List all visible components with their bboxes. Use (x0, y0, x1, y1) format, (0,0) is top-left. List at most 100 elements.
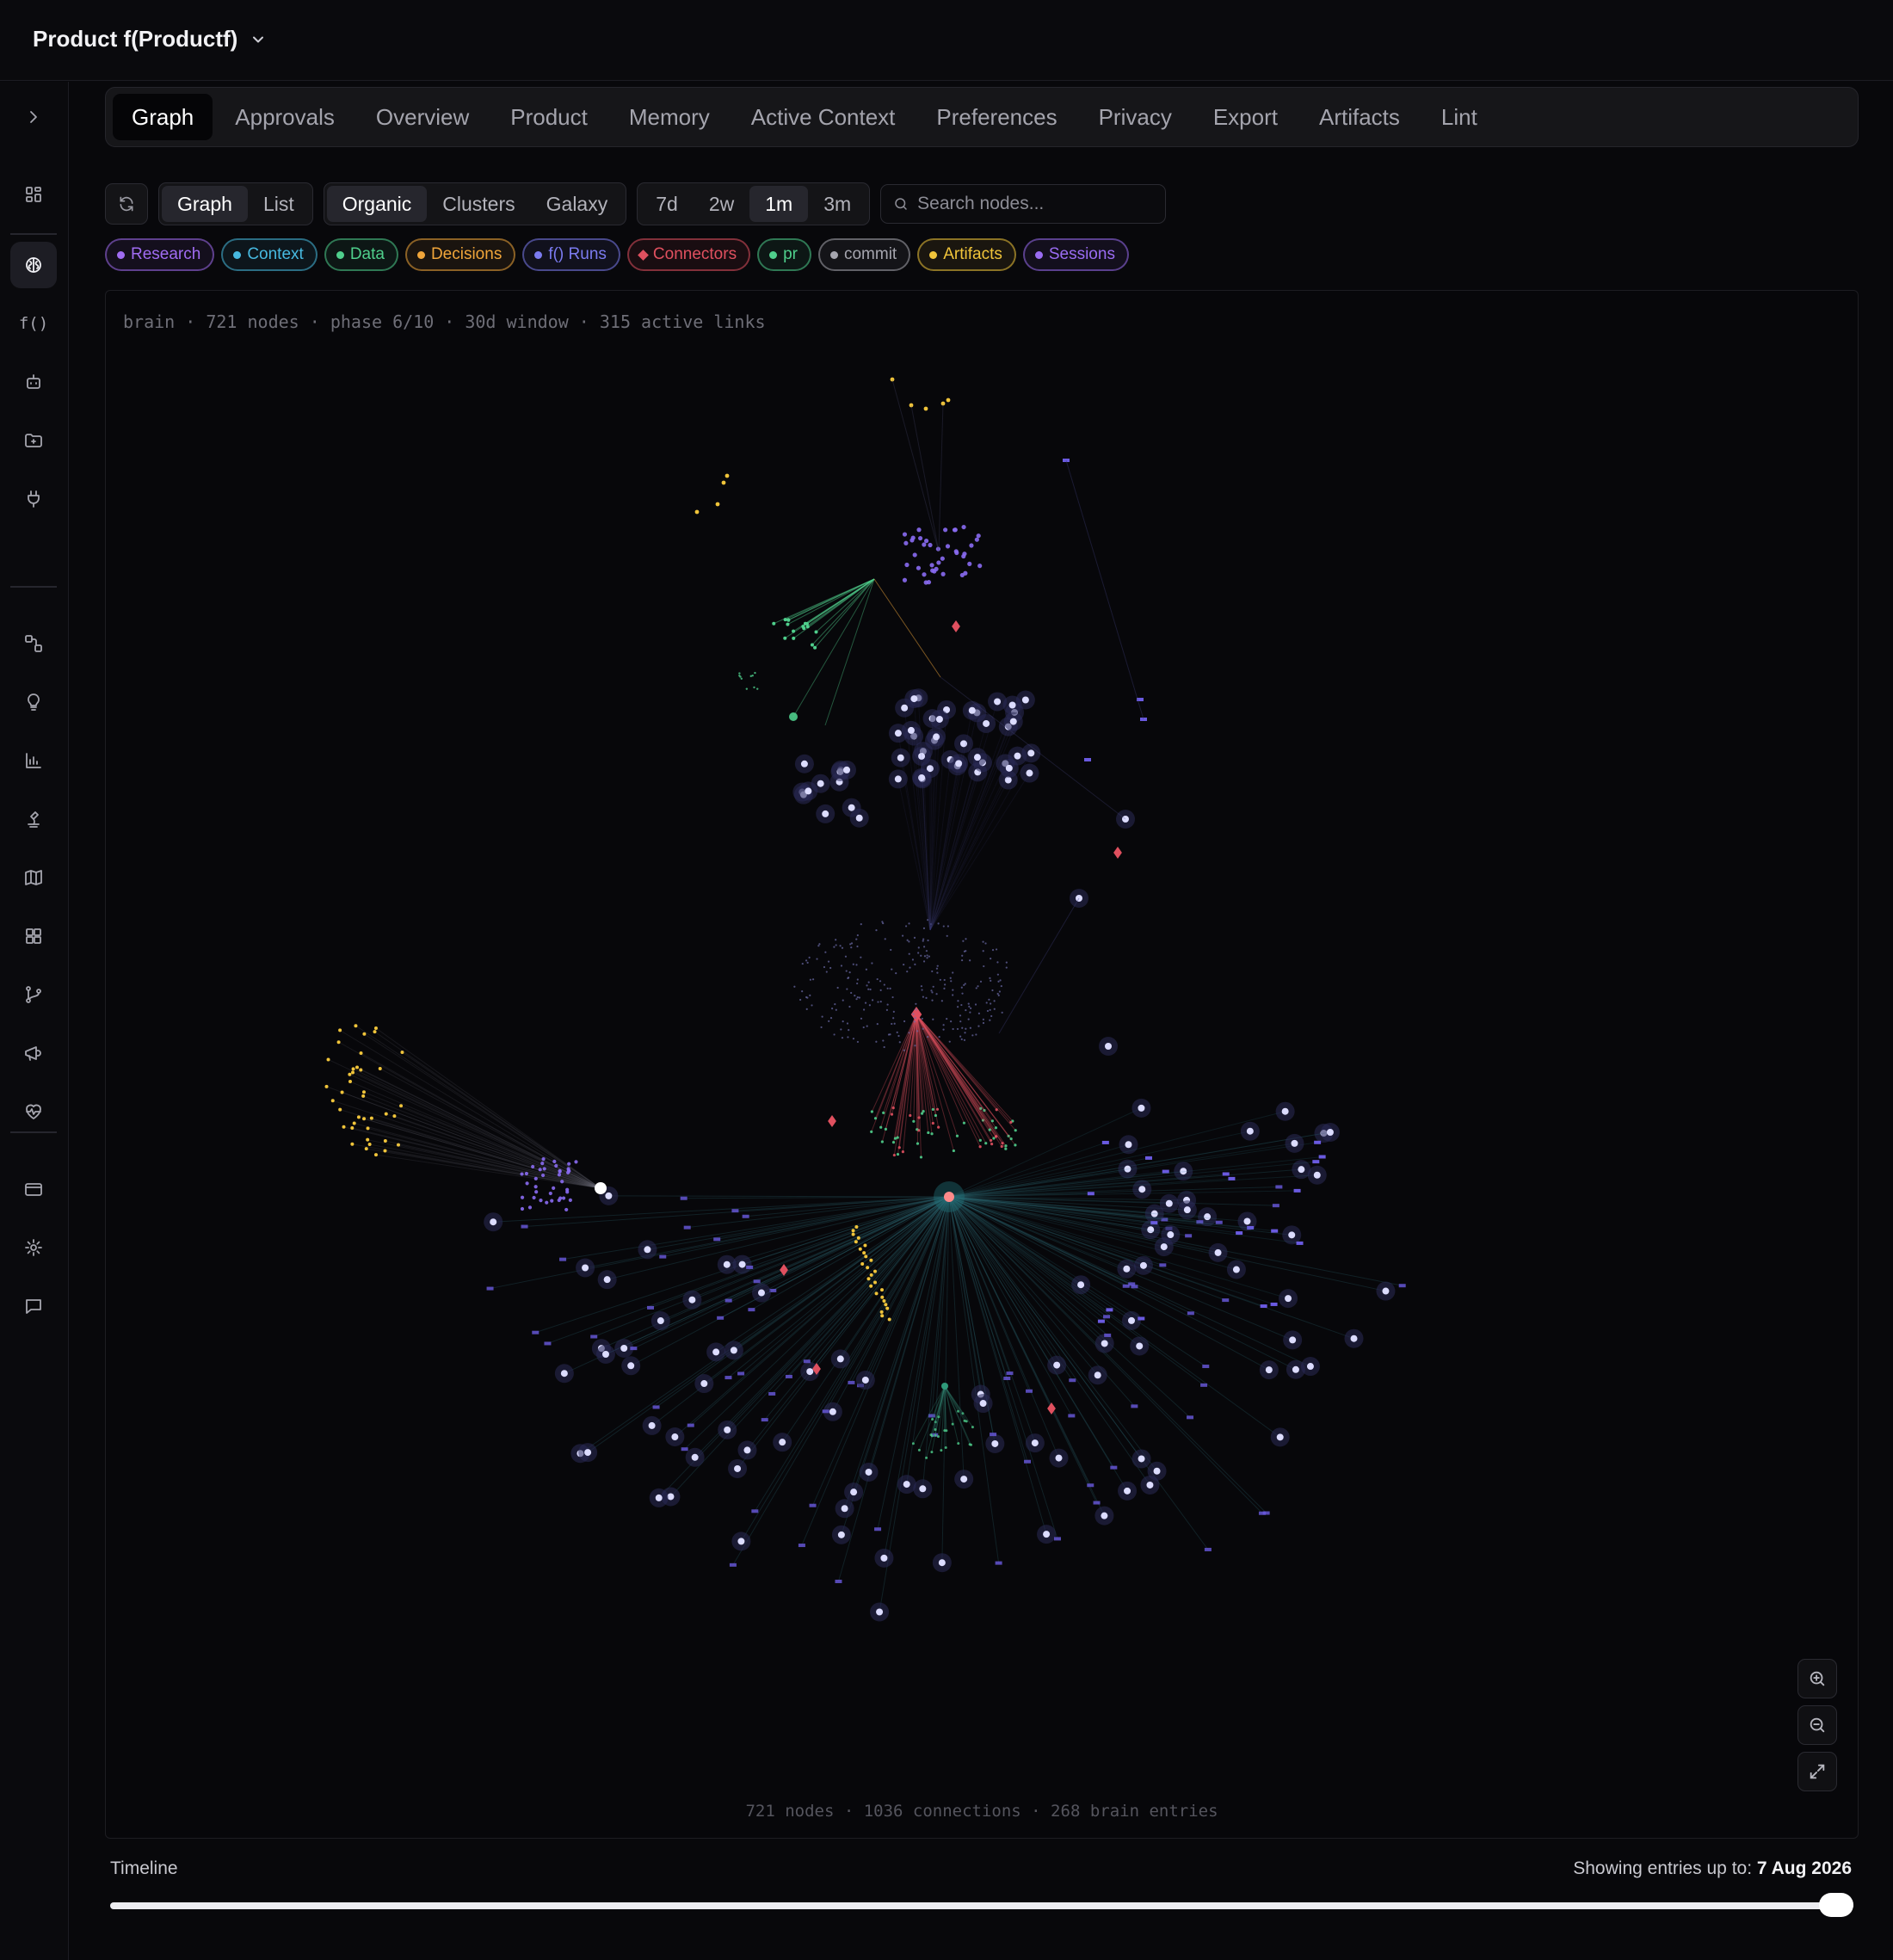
sidebar-item-microscope[interactable] (10, 796, 57, 842)
tab-product[interactable]: Product (491, 94, 607, 140)
graph-node (753, 686, 755, 689)
filter-chip-data[interactable]: Data (324, 238, 398, 271)
view-list[interactable]: List (248, 186, 310, 222)
graph-node (930, 989, 933, 992)
filter-chip-connectors[interactable]: Connectors (626, 238, 751, 271)
graph-node (962, 1121, 966, 1125)
timeline-slider[interactable] (110, 1893, 1853, 1917)
graph-node (950, 1020, 953, 1023)
graph-node (854, 1225, 859, 1229)
tab-artifacts[interactable]: Artifacts (1300, 94, 1419, 140)
graph-node (531, 1164, 535, 1169)
sidebar-item-chart[interactable] (10, 737, 57, 784)
sidebar-item-git-branch[interactable] (10, 971, 57, 1018)
graph-node (1077, 1281, 1085, 1289)
graph-node (541, 1156, 546, 1162)
graph-node (917, 946, 920, 949)
search-input[interactable] (917, 194, 1159, 214)
sidebar-item-dashboard[interactable] (10, 171, 57, 218)
sidebar-item-settings[interactable] (10, 1224, 57, 1271)
graph-node (964, 983, 966, 985)
refresh-button[interactable] (105, 183, 148, 225)
fit-view-button[interactable] (1797, 1752, 1837, 1791)
tab-lint[interactable]: Lint (1422, 94, 1496, 140)
graph-node (873, 1269, 877, 1273)
graph-node (373, 1026, 378, 1031)
graph-node (946, 925, 949, 928)
sidebar-item-bot[interactable] (10, 359, 57, 405)
tab-active-context[interactable]: Active Context (732, 94, 915, 140)
graph-node (620, 1344, 628, 1352)
graph-node (876, 1022, 879, 1026)
view-graph[interactable]: Graph (162, 186, 248, 222)
graph-node (364, 1147, 368, 1151)
graph-node (926, 957, 928, 959)
filter-chip-context[interactable]: Context (221, 238, 318, 271)
sidebar-item-heart-pulse[interactable] (10, 1088, 57, 1135)
graph-node (824, 951, 827, 953)
graph-node (901, 704, 909, 712)
filter-chip-decisions[interactable]: Decisions (404, 238, 516, 271)
filter-chip-commit[interactable]: commit (817, 238, 911, 271)
graph-edge (364, 1033, 601, 1189)
filter-chip-artifacts[interactable]: Artifacts (917, 238, 1016, 271)
tab-export[interactable]: Export (1194, 94, 1297, 140)
sidebar-item-lightbulb[interactable] (10, 679, 57, 725)
sidebar-item-function[interactable]: f() (10, 300, 57, 347)
graph-visualization[interactable] (106, 291, 1859, 1839)
tab-privacy[interactable]: Privacy (1080, 94, 1191, 140)
sidebar-item-expand[interactable] (10, 94, 57, 140)
layout-galaxy[interactable]: Galaxy (531, 186, 624, 222)
range-1m[interactable]: 1m (749, 186, 809, 222)
sidebar-item-card[interactable] (10, 1166, 57, 1212)
filter-chip-f-runs[interactable]: f() Runs (522, 238, 620, 271)
sidebar-item-plug[interactable] (10, 476, 57, 522)
graph-node (844, 955, 848, 958)
layout-organic[interactable]: Organic (326, 186, 428, 222)
graph-node (1009, 718, 1017, 725)
zoom-in-button[interactable] (1797, 1659, 1837, 1698)
graph-node (989, 977, 991, 979)
graph-node (738, 1260, 746, 1268)
graph-edge (814, 578, 875, 649)
sidebar-item-chat[interactable] (10, 1283, 57, 1329)
graph-node (988, 998, 990, 1001)
filter-chips: Research Context Data Decisions f() Runs Conn… (105, 238, 1129, 271)
tab-approvals[interactable]: Approvals (216, 94, 354, 140)
graph-node (901, 934, 904, 937)
timeline-status: Showing entries up to: 7 Aug 2026 (1573, 1858, 1852, 1879)
zoom-out-button[interactable] (1797, 1705, 1837, 1745)
graph-node (955, 760, 963, 767)
sidebar-item-map[interactable] (10, 854, 57, 901)
tab-overview[interactable]: Overview (357, 94, 488, 140)
graph-node (1009, 1120, 1013, 1124)
filter-chip-research[interactable]: Research (105, 238, 215, 271)
sidebar-item-grid[interactable] (10, 913, 57, 959)
sidebar-item-brain[interactable] (10, 242, 57, 288)
graph-canvas[interactable]: brain · 721 nodes · phase 6/10 · 30d win… (105, 290, 1859, 1839)
project-switcher[interactable]: Product f(Productf) (33, 26, 267, 52)
graph-node (856, 978, 859, 981)
range-3m[interactable]: 3m (808, 186, 866, 222)
graph-edge (912, 1385, 946, 1444)
graph-node (835, 944, 837, 946)
range-7d[interactable]: 7d (640, 186, 694, 222)
tab-graph[interactable]: Graph (113, 94, 213, 140)
graph-node (731, 1209, 739, 1213)
graph-node (860, 923, 862, 926)
range-2w[interactable]: 2w (694, 186, 749, 222)
layout-clusters[interactable]: Clusters (427, 186, 530, 222)
graph-node (935, 715, 943, 723)
tab-preferences[interactable]: Preferences (917, 94, 1076, 140)
tab-memory[interactable]: Memory (610, 94, 729, 140)
filter-chip-pr[interactable]: pr (757, 238, 811, 271)
sidebar-item-megaphone[interactable] (10, 1030, 57, 1076)
graph-node (919, 1156, 923, 1159)
sidebar-item-folder[interactable] (10, 417, 57, 464)
graph-node (648, 1421, 656, 1429)
graph-node (1285, 1295, 1292, 1303)
graph-node (887, 1033, 891, 1036)
sidebar-item-workflow[interactable] (10, 620, 57, 667)
slider-thumb[interactable] (1819, 1893, 1853, 1917)
filter-chip-sessions[interactable]: Sessions (1022, 238, 1129, 271)
